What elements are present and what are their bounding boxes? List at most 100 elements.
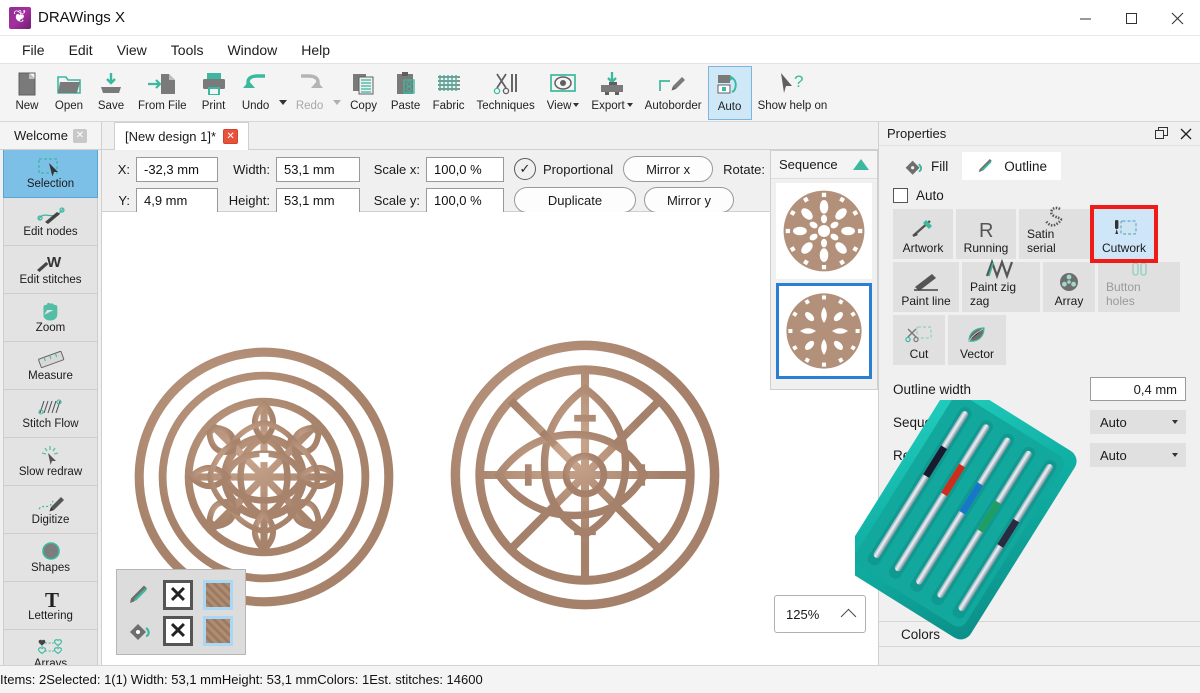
x-label: X: [117,161,130,177]
stitch-type-paint-zig-zag[interactable]: Paint zig zag [962,258,1040,312]
object-colors-widget: ✕ ✕ [116,569,246,655]
outline-pen-icon [127,584,153,606]
menu-file[interactable]: File [10,39,57,61]
proportional-checkbox[interactable]: ✓ [514,158,536,180]
stitch-type-cutwork[interactable]: Cutwork [1090,205,1158,263]
chevron-down-icon [1172,453,1178,457]
stitch-type-artwork[interactable]: Artwork [893,209,953,259]
sidebar-item-slow-redraw[interactable]: Slow redraw [3,438,98,486]
view-dropdown-caret[interactable] [573,103,580,107]
design-canvas[interactable]: ✕ ✕ 125% [102,212,878,665]
stitch-type-cut[interactable]: Cut [893,315,945,365]
undock-window-icon[interactable] [1155,127,1168,140]
menu-help[interactable]: Help [289,39,342,61]
sequence-thumb-1[interactable] [776,183,872,279]
menu-edit[interactable]: Edit [57,39,105,61]
sidebar-item-selection[interactable]: Selection [3,150,98,198]
running-stitch-r-icon: R [973,217,999,241]
close-design-icon[interactable]: ✕ [223,129,239,144]
stitch-type-running[interactable]: R Running [956,209,1016,259]
sidebar-item-shapes[interactable]: Shapes [3,534,98,582]
tab-outline[interactable]: Outline [962,152,1062,180]
scale-x-input[interactable]: 100,0 % [426,156,504,182]
save-button[interactable]: Save [90,66,132,120]
show-help-on-button[interactable]: ? Show help on [752,66,834,120]
remove-field-label: Remove [893,447,944,463]
maximize-icon[interactable] [1108,0,1154,36]
height-input[interactable]: 53,1 mm [276,187,360,213]
close-panel-icon[interactable] [1180,128,1192,140]
svg-text:T: T [45,589,59,609]
zoom-control[interactable]: 125% [774,595,866,633]
undo-dropdown-caret[interactable] [277,66,289,120]
fill-no-color-x-icon[interactable]: ✕ [163,616,193,646]
width-input[interactable]: 53,1 mm [276,156,360,182]
sequence-thumb-2[interactable] [776,283,872,379]
autoborder-button[interactable]: Autoborder [639,66,708,120]
colors-section[interactable]: Colors [879,621,1200,647]
print-button[interactable]: Print [193,66,235,120]
menu-window[interactable]: Window [215,39,289,61]
auto-checkbox[interactable] [893,188,908,203]
welcome-tab[interactable]: Welcome ✕ [0,122,101,150]
outline-width-input[interactable]: 0,4 mm [1090,377,1186,401]
stitch-type-array[interactable]: Array [1043,262,1095,312]
sidebar-item-lettering[interactable]: T Lettering [3,582,98,630]
menu-bar: File Edit View Tools Window Help [0,36,1200,64]
menu-view[interactable]: View [105,39,159,61]
remove-select[interactable]: Auto [1090,443,1186,467]
view-button[interactable]: View [541,66,586,120]
tab-fill[interactable]: Fill [889,152,962,180]
export-dropdown-caret[interactable] [626,103,633,107]
outline-width-label: Outline width [893,381,972,397]
new-button[interactable]: New [6,66,48,120]
y-input[interactable]: 4,9 mm [136,187,218,213]
embroidery-design-right[interactable] [450,340,720,610]
fabric-button[interactable]: Fabric [427,66,471,120]
sidebar-item-digitize-label: Digitize [31,514,70,526]
paste-button[interactable]: Paste [385,66,427,120]
mirror-x-button[interactable]: Mirror x [623,156,714,182]
sidebar-item-edit-nodes[interactable]: Edit nodes [3,198,98,246]
menu-tools[interactable]: Tools [159,39,216,61]
auto-button[interactable]: Auto [707,66,752,120]
close-icon[interactable] [1154,0,1200,36]
status-est-stitches: Est. stitches: 14600 [369,672,483,687]
embroidery-design-left[interactable] [134,347,394,607]
redo-button: Redo [289,66,331,120]
scale-y-input[interactable]: 100,0 % [426,187,504,213]
export-button[interactable]: Export [585,66,638,120]
stitch-type-paint-line[interactable]: Paint line [893,262,959,312]
x-input[interactable]: -32,3 mm [136,156,218,182]
outline-fabric-tan-swatch[interactable] [203,580,233,610]
copy-button[interactable]: Copy [343,66,385,120]
chevron-up-icon[interactable] [840,608,857,624]
mirror-y-button[interactable]: Mirror y [644,187,734,213]
duplicate-button[interactable]: Duplicate [514,187,636,213]
from-file-button[interactable]: From File [132,66,193,120]
paint-line-icon [911,270,941,294]
undo-button[interactable]: Undo [235,66,277,120]
stitch-type-row-1: Artwork R Running Satin serial Cutwork [893,205,1192,263]
triangle-up-icon[interactable] [853,159,869,170]
minimize-icon[interactable] [1062,0,1108,36]
open-button[interactable]: Open [48,66,90,120]
sidebar-item-zoom[interactable]: Zoom [3,294,98,342]
stitch-type-vector[interactable]: Vector [948,315,1006,365]
fill-bucket-icon [903,157,924,175]
stitch-type-button-holes[interactable]: Button holes [1098,262,1180,312]
stitch-type-row-2: Paint line Paint zig zag Array Button ho… [893,258,1192,312]
sidebar-item-measure[interactable]: Measure [3,342,98,390]
sequence-select[interactable]: Auto [1090,410,1186,434]
techniques-button[interactable]: Techniques [471,66,541,120]
stitch-type-satin-serial[interactable]: Satin serial [1019,206,1091,259]
close-tab-icon[interactable]: ✕ [72,128,87,143]
design-tab[interactable]: [New design 1]* ✕ [114,122,250,150]
outline-no-color-x-icon[interactable]: ✕ [163,580,193,610]
sidebar-item-edit-stitches[interactable]: W Edit stitches [3,246,98,294]
sidebar-item-stitch-flow[interactable]: Stitch Flow [3,390,98,438]
from-file-button-label: From File [138,100,187,112]
fill-fabric-tan-swatch[interactable] [203,616,233,646]
properties-title: Properties [887,126,947,141]
sidebar-item-digitize[interactable]: Digitize [3,486,98,534]
